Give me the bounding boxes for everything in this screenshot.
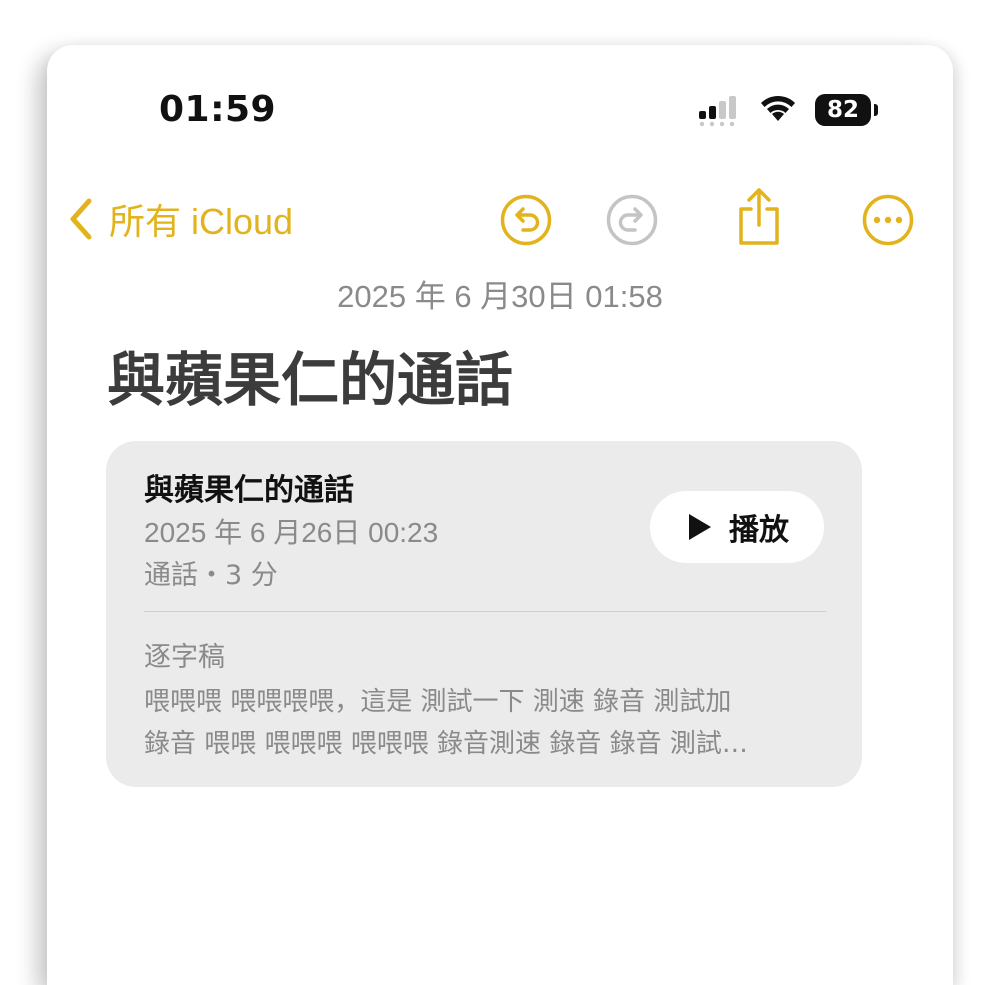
cellular-signal-icon	[699, 96, 736, 127]
transcript-label: 逐字稿	[144, 642, 225, 673]
status-time: 01:59	[159, 89, 277, 130]
more-icon[interactable]	[861, 193, 915, 247]
battery-cap	[874, 104, 878, 116]
call-recording-card[interactable]: 與蘋果仁的通話 2025 年 6 月26日 00:23 通話・3 分 播放 逐字…	[106, 441, 862, 787]
transcript-line: 錄音 喂喂 喂喂喂 喂喂喂 錄音測速 錄音 錄音 測試…	[144, 729, 748, 759]
battery-level: 82	[826, 97, 859, 123]
phone-screen: 01:59 82 所有 iCloud 2025 年 6 月30日 01:58 與…	[47, 45, 953, 985]
redo-icon[interactable]	[605, 193, 659, 247]
play-button[interactable]: 播放	[650, 491, 824, 563]
back-button[interactable]: 所有 iCloud	[67, 193, 293, 245]
note-title[interactable]: 與蘋果仁的通話	[107, 333, 513, 417]
battery-indicator: 82	[815, 94, 871, 126]
wifi-icon	[761, 95, 795, 121]
play-icon	[689, 514, 711, 540]
note-date: 2025 年 6 月30日 01:58	[337, 279, 663, 314]
transcript-line: 喂喂喂 喂喂喂喂，這是 測試一下 測速 錄音 測試加	[144, 687, 732, 717]
share-icon[interactable]	[733, 187, 785, 247]
undo-icon[interactable]	[499, 193, 553, 247]
back-label: 所有 iCloud	[109, 201, 294, 242]
transcript-preview[interactable]: 喂喂喂 喂喂喂喂，這是 測試一下 測速 錄音 測試加 錄音 喂喂 喂喂喂 喂喂喂…	[144, 681, 834, 765]
recording-date: 2025 年 6 月26日 00:23	[144, 517, 439, 548]
recording-meta: 通話・3 分	[144, 560, 278, 591]
chevron-left-icon	[70, 198, 92, 240]
recording-title: 與蘋果仁的通話	[144, 473, 354, 508]
play-label: 播放	[729, 513, 789, 548]
card-divider	[144, 611, 826, 612]
